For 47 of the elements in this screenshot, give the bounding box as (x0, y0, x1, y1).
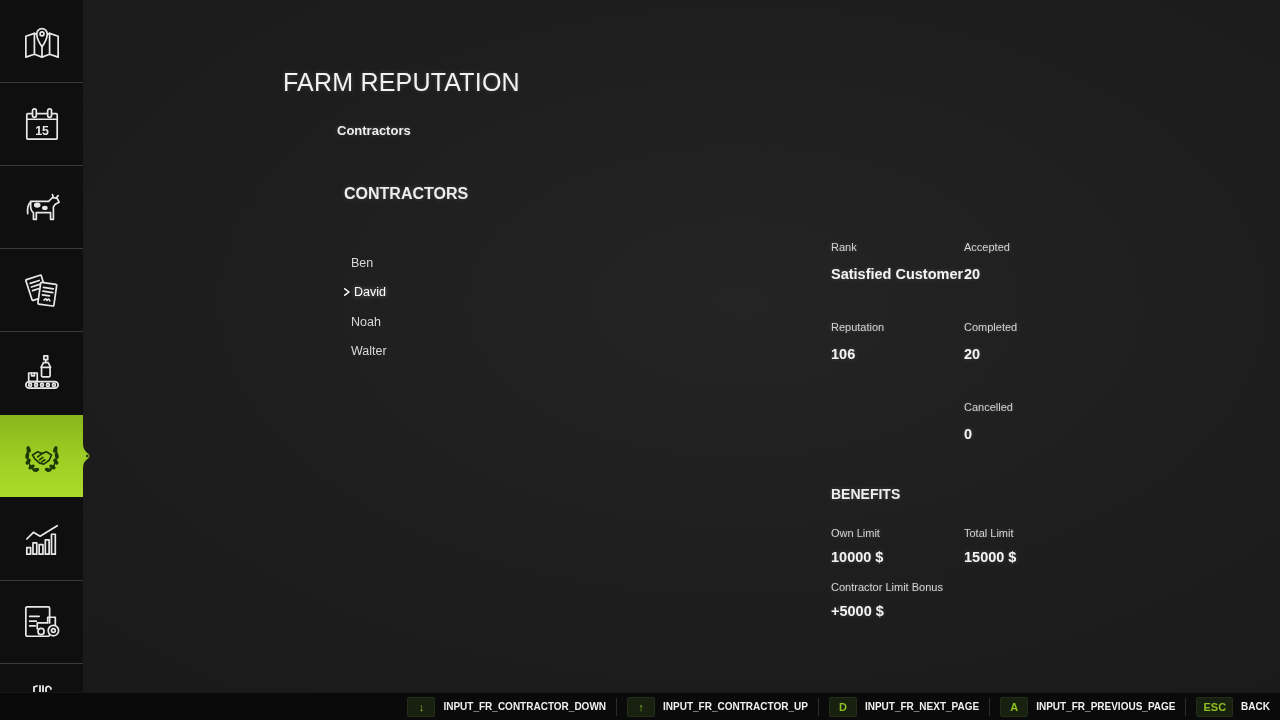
page-title: FARM REPUTATION (283, 67, 520, 97)
key-cap: ESC (1196, 696, 1234, 717)
field-label: Reputation (831, 320, 885, 334)
contractor-item[interactable]: David (344, 277, 386, 307)
hotkey-button[interactable]: ESC BACK (1196, 696, 1270, 717)
field-label: Completed (964, 320, 1018, 334)
field-label: Contractor Limit Bonus (831, 580, 943, 594)
hotkey-button[interactable]: ↑ INPUT_FR_CONTRACTOR_UP (627, 696, 808, 717)
field-value: 15000 $ (964, 548, 1017, 566)
field-label: Total Limit (964, 526, 1014, 540)
sidebar-tab[interactable] (0, 332, 83, 415)
contractor-item[interactable]: Walter (344, 336, 387, 366)
conveyor-robot-icon (22, 354, 61, 392)
key-cap: A (1000, 696, 1029, 717)
field-value: 0 (964, 425, 973, 443)
list-heading: CONTRACTORS (344, 184, 469, 204)
key-cap: D (828, 696, 857, 717)
sidebar-tab[interactable] (0, 664, 83, 692)
sidebar-tab[interactable] (0, 581, 83, 664)
sidebar-tab[interactable] (0, 166, 83, 249)
cropped-icon (31, 685, 52, 692)
chevron-icon (344, 288, 350, 297)
section-subtitle: Contractors (337, 123, 411, 139)
field-value: 20 (964, 345, 981, 363)
hotkey-button[interactable]: ↓ INPUT_FR_CONTRACTOR_DOWN (407, 696, 607, 717)
contractor-item[interactable]: Noah (344, 307, 381, 337)
sidebar-tab[interactable]: 15 (0, 83, 83, 166)
tab-pointer-icon (83, 444, 91, 468)
contractor-item[interactable]: Ben (344, 248, 374, 278)
sidebar-tab[interactable] (0, 249, 83, 332)
field-value: 106 (831, 345, 856, 363)
hotkey-button[interactable]: D INPUT_FR_NEXT_PAGE (828, 696, 980, 717)
field-value: +5000 $ (831, 602, 884, 620)
field-value: 10000 $ (831, 548, 884, 566)
field-label: Cancelled (964, 400, 1013, 414)
hotkey-button[interactable]: A INPUT_FR_PREVIOUS_PAGE (1000, 696, 1176, 717)
field-value: Satisfied Customer (831, 265, 964, 283)
key-cap: ↑ (627, 696, 656, 717)
sidebar-tab[interactable] (0, 0, 83, 83)
field-label: Accepted (964, 240, 1010, 254)
benefits-heading: BENEFITS (831, 484, 901, 503)
field-label: Own Limit (831, 526, 880, 540)
field-label: Rank (831, 240, 857, 254)
key-cap: ↓ (407, 696, 436, 717)
sidebar-tab[interactable] (0, 498, 83, 581)
field-value: 20 (964, 265, 981, 283)
sidebar-tab[interactable] (0, 415, 83, 498)
